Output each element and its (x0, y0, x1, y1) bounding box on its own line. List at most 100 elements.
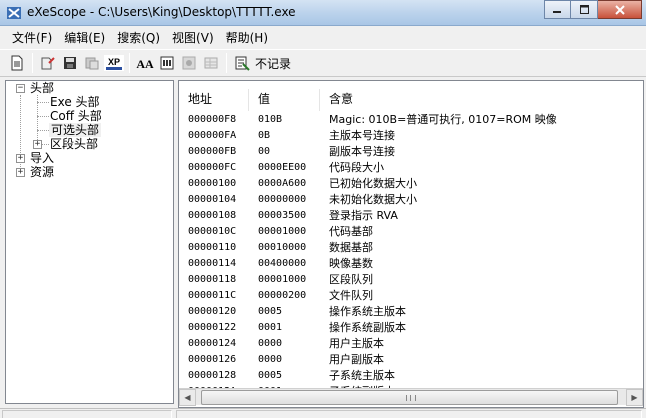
table-row[interactable]: 00000100 0000A600 已初始化数据大小 (179, 176, 643, 192)
close-button[interactable] (598, 0, 642, 19)
table-row[interactable]: 00000122 0001 操作系统副版本 (179, 320, 643, 336)
tree-item-header[interactable]: 头部 (30, 81, 54, 95)
column-header-meaning[interactable]: 含意 (320, 89, 643, 111)
toolbar-separator (129, 53, 130, 73)
cell-address: 00000128 (188, 370, 237, 381)
cell-address: 00000100 (188, 178, 237, 189)
cell-address: 00000122 (188, 322, 237, 333)
cell-address: 00000126 (188, 354, 237, 365)
save-changes-button[interactable] (37, 52, 59, 74)
column-header-value[interactable]: 值 (249, 89, 320, 111)
cell-meaning: 代码段大小 (329, 161, 384, 174)
table-row[interactable]: 00000104 00000000 未初始化数据大小 (179, 192, 643, 208)
table-row[interactable]: 000000FC 0000EE00 代码段大小 (179, 160, 643, 176)
menu-help[interactable]: 帮助(H) (220, 29, 274, 46)
horizontal-scrollbar[interactable]: ◀ ▶ (179, 388, 643, 406)
exescope-app-icon (7, 7, 21, 19)
cell-value: 00001000 (258, 226, 307, 237)
tree-item-coff-header[interactable]: Coff 头部 (50, 109, 102, 123)
window-title: eXeScope - C:\Users\King\Desktop\TTTTT.e… (27, 5, 296, 19)
expand-icon[interactable]: + (16, 168, 25, 177)
table-row[interactable]: 0000010C 00001000 代码基部 (179, 224, 643, 240)
cell-meaning: 用户主版本 (329, 337, 384, 350)
font-button[interactable]: AA (134, 52, 156, 74)
cell-meaning: 登录指示 RVA (329, 209, 398, 222)
grid-button[interactable] (200, 52, 222, 74)
export-button[interactable] (81, 52, 103, 74)
tree-item-resource[interactable]: 资源 (30, 165, 54, 179)
cell-value: 0001 (258, 322, 283, 333)
scroll-right-icon[interactable]: ▶ (626, 389, 643, 406)
tree-item-exe-header[interactable]: Exe 头部 (50, 95, 100, 109)
tree-item-optional-header[interactable]: 可选头部 (49, 123, 102, 137)
tree-item-section-header[interactable]: 区段头部 (50, 137, 98, 151)
cell-meaning: 未初始化数据大小 (329, 193, 417, 206)
menu-view[interactable]: 视图(V) (166, 29, 220, 46)
table-row[interactable]: 00000120 0005 操作系统主版本 (179, 304, 643, 320)
list-header: 地址 值 含意 (179, 89, 643, 111)
table-row[interactable]: 00000128 0005 子系统主版本 (179, 368, 643, 384)
cell-meaning: 用户副版本 (329, 353, 384, 366)
minimize-icon (553, 11, 561, 13)
scroll-left-icon[interactable]: ◀ (179, 389, 196, 406)
minimize-button[interactable] (544, 0, 571, 19)
tree-item-import[interactable]: 导入 (30, 151, 54, 165)
status-pane-right (176, 410, 642, 418)
window-controls (544, 0, 642, 20)
cell-value: 0005 (258, 370, 283, 381)
menu-edit[interactable]: 编辑(E) (58, 29, 111, 46)
cell-value: 00000000 (258, 194, 307, 205)
table-row[interactable]: 00000126 0000 用户副版本 (179, 352, 643, 368)
table-row[interactable]: 00000124 0000 用户主版本 (179, 336, 643, 352)
cell-meaning: 代码基部 (329, 225, 373, 238)
image-icon (182, 56, 196, 70)
cell-meaning: 映像基数 (329, 257, 373, 270)
save-button[interactable] (59, 52, 81, 74)
open-button[interactable] (6, 52, 28, 74)
table-row[interactable]: 00000108 00003500 登录指示 RVA (179, 208, 643, 224)
table-row[interactable]: 000000FB 00 副版本号连接 (179, 144, 643, 160)
cell-address: 00000104 (188, 194, 237, 205)
table-row[interactable]: 00000114 00400000 映像基数 (179, 256, 643, 272)
detail-list[interactable]: 地址 值 含意 000000F8 010B Magic: 010B=普通可执行, 0… (178, 80, 644, 408)
svg-text:AA: AA (136, 57, 154, 71)
table-row[interactable]: 000000F8 010B Magic: 010B=普通可执行, 0107=ROM … (179, 112, 643, 128)
cell-meaning: 数据基部 (329, 241, 373, 254)
column-header-address[interactable]: 地址 (179, 89, 249, 111)
cell-value: 00010000 (258, 242, 307, 253)
table-row[interactable]: 00000118 00001000 区段队列 (179, 272, 643, 288)
cell-value: 0000 (258, 354, 283, 365)
menu-file[interactable]: 文件(F) (6, 29, 58, 46)
image-button[interactable] (178, 52, 200, 74)
expand-icon[interactable]: + (33, 140, 42, 149)
tree-connector (37, 102, 49, 103)
cell-value: 0000 (258, 338, 283, 349)
expand-icon[interactable]: + (16, 154, 25, 163)
toolbar: XP AA 不记录 (0, 49, 646, 77)
bitmap-icon (160, 56, 174, 70)
resource-tree[interactable]: − 头部 Exe 头部 Coff 头部 可选头部 + 区段头部 + 导入 + 资… (5, 80, 174, 404)
toolbar-separator (226, 53, 227, 73)
font-icon: AA (136, 57, 154, 71)
collapse-icon[interactable]: − (16, 84, 25, 93)
list-rows: 000000F8 010B Magic: 010B=普通可执行, 0107=ROM … (179, 112, 643, 400)
menu-search[interactable]: 搜索(Q) (111, 29, 166, 46)
table-row[interactable]: 0000011C 00000200 文件队列 (179, 288, 643, 304)
no-log-button[interactable] (231, 52, 253, 74)
no-log-label[interactable]: 不记录 (255, 55, 291, 72)
cell-meaning: 已初始化数据大小 (329, 177, 417, 190)
cell-meaning: 操作系统主版本 (329, 305, 406, 318)
cell-address: 0000010C (188, 226, 237, 237)
table-row[interactable]: 00000110 00010000 数据基部 (179, 240, 643, 256)
cell-address: 000000F8 (188, 114, 237, 125)
close-icon (614, 4, 625, 15)
table-row[interactable]: 000000FA 0B 主版本号连接 (179, 128, 643, 144)
cell-address: 00000124 (188, 338, 237, 349)
maximize-button[interactable] (571, 0, 598, 19)
bitmap-button[interactable] (156, 52, 178, 74)
grip-icon (406, 395, 416, 401)
xp-manifest-button[interactable]: XP (103, 52, 125, 74)
cell-address: 00000120 (188, 306, 237, 317)
title-bar[interactable]: eXeScope - C:\Users\King\Desktop\TTTTT.e… (0, 0, 646, 26)
scrollbar-thumb[interactable] (201, 390, 618, 405)
